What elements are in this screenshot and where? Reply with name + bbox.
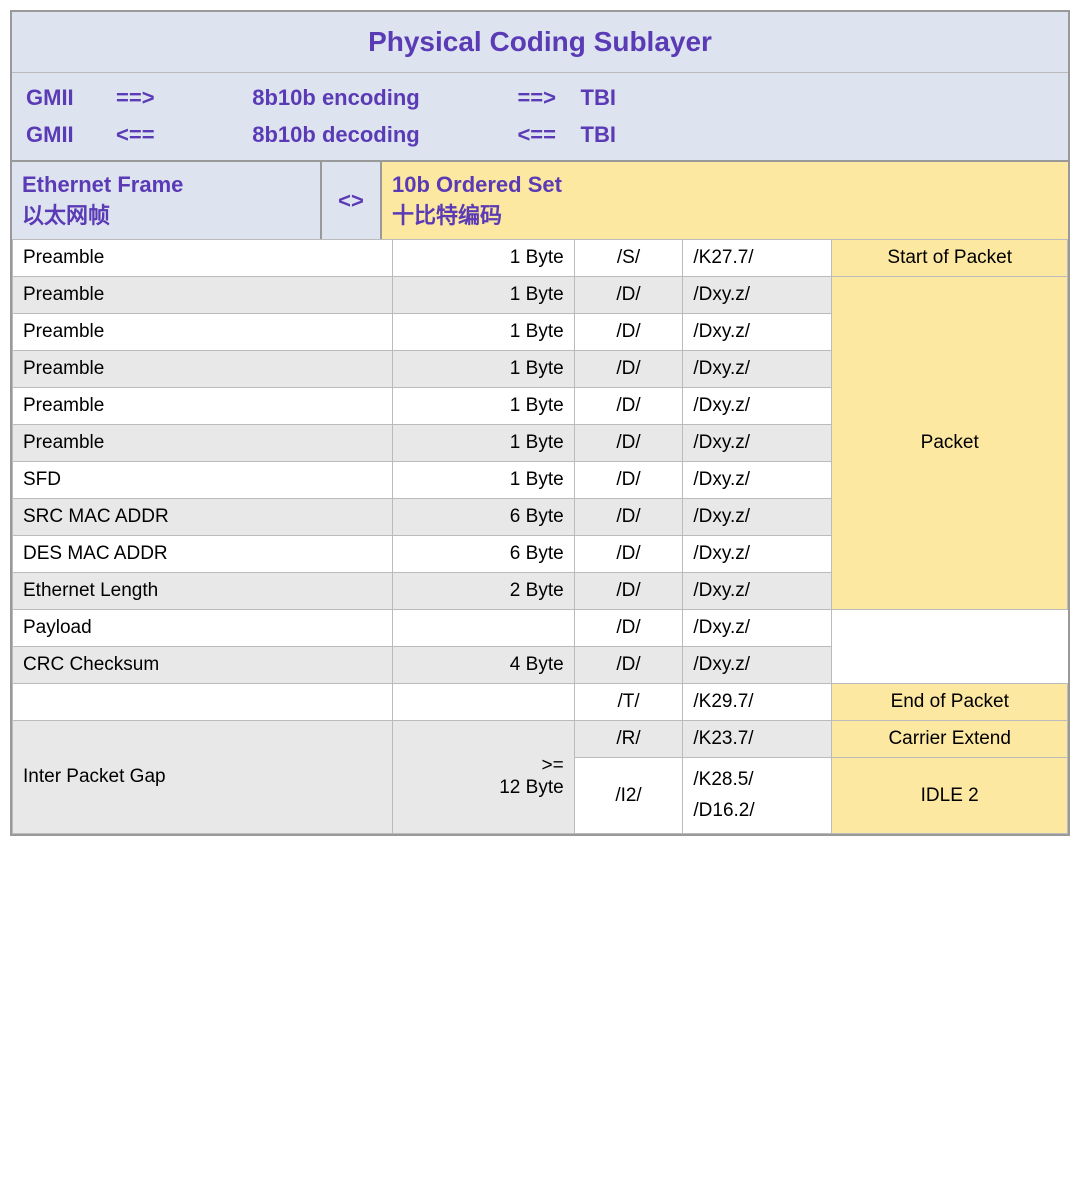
main-container: Physical Coding Sublayer GMII ==> 8b10b … xyxy=(10,10,1070,836)
row-encoded-8: /Dxy.z/ xyxy=(683,536,832,573)
row-desc-0: Start of Packet xyxy=(832,240,1068,277)
row-code-0: /S/ xyxy=(574,240,683,277)
data-table: Preamble 1 Byte /S/ /K27.7/ Start of Pac… xyxy=(12,239,1068,834)
encoding-row-2: GMII <== 8b10b decoding <== TBI xyxy=(26,116,1054,153)
end-of-packet-label: End of Packet xyxy=(832,684,1068,721)
row-name-10: Payload xyxy=(13,610,393,647)
row-code-9: /D/ xyxy=(574,573,683,610)
row-encoded-12: /K29.7/ xyxy=(683,684,832,721)
enc-tbi-1: TBI xyxy=(556,79,616,116)
row-size-0: 1 Byte xyxy=(393,240,574,277)
row-size-3: 1 Byte xyxy=(393,351,574,388)
row-encoded-0: /K27.7/ xyxy=(683,240,832,277)
enc-tbi-2: TBI xyxy=(556,116,616,153)
carrier-extend-label: Carrier Extend xyxy=(832,721,1068,758)
row-code-11: /D/ xyxy=(574,647,683,684)
row-name-12 xyxy=(13,684,393,721)
row-encoded-2: /Dxy.z/ xyxy=(683,314,832,351)
row-encoded-3: /Dxy.z/ xyxy=(683,351,832,388)
enc-arrow-1: ==> xyxy=(116,79,196,116)
row-code-6: /D/ xyxy=(574,462,683,499)
row-code-8: /D/ xyxy=(574,536,683,573)
gmii-label-1: GMII xyxy=(26,79,116,116)
row-size-9: 2 Byte xyxy=(393,573,574,610)
row-name-6: SFD xyxy=(13,462,393,499)
row-size-8: 6 Byte xyxy=(393,536,574,573)
row-size-2: 1 Byte xyxy=(393,314,574,351)
row-code-14: /I2/ xyxy=(574,758,683,834)
row-encoded-13: /K23.7/ xyxy=(683,721,832,758)
row-code-10: /D/ xyxy=(574,610,683,647)
table-row: Preamble 1 Byte /S/ /K27.7/ Start of Pac… xyxy=(13,240,1068,277)
row-size-5: 1 Byte xyxy=(393,425,574,462)
row-code-5: /D/ xyxy=(574,425,683,462)
row-encoded-11: /Dxy.z/ xyxy=(683,647,832,684)
row-name-3: Preamble xyxy=(13,351,393,388)
row-size-13: >=12 Byte xyxy=(393,721,574,834)
row-size-4: 1 Byte xyxy=(393,388,574,425)
row-code-13: /R/ xyxy=(574,721,683,758)
packet-label: Packet xyxy=(832,277,1068,610)
row-name-1: Preamble xyxy=(13,277,393,314)
row-name-13: Inter Packet Gap xyxy=(13,721,393,834)
table-row: Preamble 1 Byte /D/ /Dxy.z/ Packet xyxy=(13,277,1068,314)
row-code-3: /D/ xyxy=(574,351,683,388)
table-body: Preamble 1 Byte /S/ /K27.7/ Start of Pac… xyxy=(13,240,1068,834)
row-name-5: Preamble xyxy=(13,425,393,462)
row-encoded-7: /Dxy.z/ xyxy=(683,499,832,536)
row-name-9: Ethernet Length xyxy=(13,573,393,610)
enc-arrow-2: <== xyxy=(116,116,196,153)
row-encoded-5: /Dxy.z/ xyxy=(683,425,832,462)
header-eth-frame: Ethernet Frame以太网帧 xyxy=(12,162,322,240)
table-row: CRC Checksum 4 Byte /D/ /Dxy.z/ xyxy=(13,647,1068,684)
row-code-2: /D/ xyxy=(574,314,683,351)
row-code-1: /D/ xyxy=(574,277,683,314)
header-ordered-set: 10b Ordered Set十比特编码 xyxy=(382,162,1068,240)
row-name-8: DES MAC ADDR xyxy=(13,536,393,573)
table-row: /T/ /K29.7/ End of Packet xyxy=(13,684,1068,721)
enc-arrow2-2: <== xyxy=(476,116,556,153)
row-name-4: Preamble xyxy=(13,388,393,425)
row-size-7: 6 Byte xyxy=(393,499,574,536)
enc-label-2: 8b10b decoding xyxy=(196,116,476,153)
row-code-12: /T/ xyxy=(574,684,683,721)
row-name-0: Preamble xyxy=(13,240,393,277)
table-row: Payload /D/ /Dxy.z/ xyxy=(13,610,1068,647)
row-encoded-6: /Dxy.z/ xyxy=(683,462,832,499)
enc-arrow2-1: ==> xyxy=(476,79,556,116)
row-code-4: /D/ xyxy=(574,388,683,425)
encoding-section: GMII ==> 8b10b encoding ==> TBI GMII <==… xyxy=(12,73,1068,160)
encoding-row-1: GMII ==> 8b10b encoding ==> TBI xyxy=(26,79,1054,116)
row-size-6: 1 Byte xyxy=(393,462,574,499)
row-size-1: 1 Byte xyxy=(393,277,574,314)
idle-label: IDLE 2 xyxy=(832,758,1068,834)
row-encoded-10: /Dxy.z/ xyxy=(683,610,832,647)
row-encoded-14: /K28.5//D16.2/ xyxy=(683,758,832,834)
row-name-7: SRC MAC ADDR xyxy=(13,499,393,536)
row-name-11: CRC Checksum xyxy=(13,647,393,684)
row-size-10 xyxy=(393,610,574,647)
enc-label-1: 8b10b encoding xyxy=(196,79,476,116)
row-encoded-1: /Dxy.z/ xyxy=(683,277,832,314)
gmii-label-2: GMII xyxy=(26,116,116,153)
table-header: Ethernet Frame以太网帧 <> 10b Ordered Set十比特… xyxy=(12,160,1068,240)
row-name-2: Preamble xyxy=(13,314,393,351)
row-encoded-9: /Dxy.z/ xyxy=(683,573,832,610)
row-encoded-4: /Dxy.z/ xyxy=(683,388,832,425)
row-size-12 xyxy=(393,684,574,721)
page-title: Physical Coding Sublayer xyxy=(12,12,1068,73)
header-arrow: <> xyxy=(322,162,382,240)
row-size-11: 4 Byte xyxy=(393,647,574,684)
row-code-7: /D/ xyxy=(574,499,683,536)
table-row: Inter Packet Gap >=12 Byte /R/ /K23.7/ C… xyxy=(13,721,1068,758)
